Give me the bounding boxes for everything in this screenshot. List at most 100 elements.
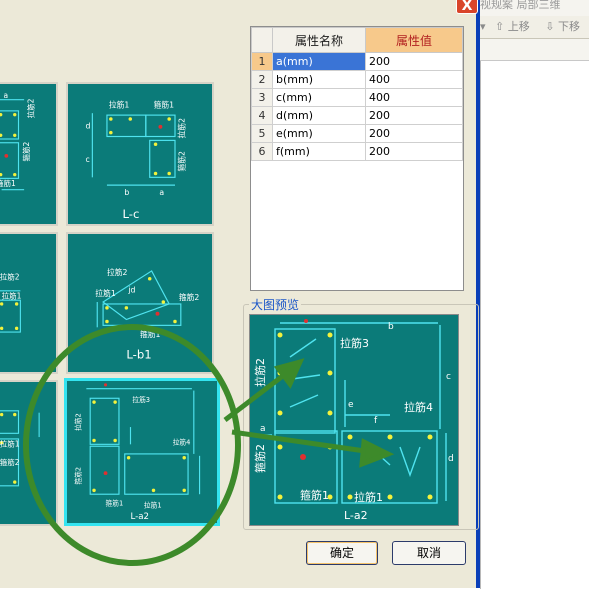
thumb-label: 拉筋1 (2, 290, 22, 300)
down-arrow-icon[interactable]: ⇩ 下移 (545, 16, 586, 38)
thumb-dim-label: b (124, 188, 129, 197)
thumb-label: 箍筋2 (179, 292, 200, 302)
section-gallery: a 拉筋2 箍筋2 箍筋1 拉筋1 箍筋1 拉筋2 箍筋2 d c (0, 74, 228, 526)
property-table: 属性名称 属性值 1 a(mm) 200 2 b(mm) 400 3 c(mm)… (250, 26, 464, 291)
large-preview-panel: 拉筋3 拉筋2 拉筋4 箍筋2 箍筋1 拉筋1 b c e f a d L-a2 (249, 314, 459, 526)
property-name-cell[interactable]: b(mm) (272, 70, 366, 89)
thumb-dim-label: a (159, 188, 164, 197)
row-number: 3 (251, 88, 273, 107)
property-name-cell[interactable]: d(mm) (272, 106, 366, 125)
table-row[interactable]: 6 f(mm) 200 (251, 142, 463, 161)
thumb-caption: L-a2 (130, 512, 149, 522)
label-lajin1: 拉筋1 (354, 490, 383, 504)
dim-b-label: b (388, 322, 394, 332)
column-header-name: 属性名称 (272, 27, 366, 53)
thumbnail-l-a2-selected[interactable]: 拉筋3 拉筋2 箍筋2 拉筋4 箍筋1 拉筋1 L-a2 (64, 378, 220, 526)
thumbnail-l-b1-drawing: 拉筋2 拉筋1 箍筋1 箍筋2 jd L-b1 (95, 267, 200, 362)
close-button[interactable]: X (456, 0, 478, 14)
thumb-dim-label: jd (127, 285, 135, 294)
thumb-label: 拉筋1 (109, 99, 130, 109)
thumb-dim-label: c (86, 155, 90, 164)
thumb-dim-label: a (4, 91, 9, 100)
table-row[interactable]: 2 b(mm) 400 (251, 70, 463, 89)
thumb-caption: L-b1 (126, 347, 151, 361)
table-row[interactable]: 3 c(mm) 400 (251, 88, 463, 107)
property-name-cell[interactable]: c(mm) (272, 88, 366, 107)
thumb-label: 拉筋2 (74, 413, 83, 431)
thumb-label: 箍筋2 (177, 151, 187, 172)
thumb-label: 拉筋2 (177, 118, 187, 139)
thumbnail-partial-bottom-drawing: 拉筋1 箍筋2 (0, 410, 40, 487)
thumbnail-l-a2-drawing: 拉筋3 拉筋2 箍筋2 拉筋4 箍筋1 拉筋1 L-a2 (74, 383, 201, 522)
thumbnail-l-c[interactable]: 拉筋1 箍筋1 拉筋2 箍筋2 d c b a L-c (66, 82, 214, 226)
thumbnail-partial-top-drawing: a 拉筋2 箍筋2 箍筋1 (0, 91, 36, 191)
thumb-label: 箍筋2 (21, 142, 31, 162)
property-value-cell[interactable]: 400 (365, 88, 463, 107)
thumb-label: 箍筋1 (106, 499, 124, 508)
thumb-caption: L-c (123, 207, 140, 221)
thumb-label: 拉筋2 (26, 98, 36, 118)
thumb-label: 拉筋2 (0, 272, 20, 282)
dim-c-label: c (446, 372, 451, 382)
property-value-cell[interactable]: 400 (365, 70, 463, 89)
thumbnail-l-b1[interactable]: 拉筋2 拉筋1 箍筋1 箍筋2 jd L-b1 (66, 232, 214, 374)
background-app-content (480, 60, 589, 589)
dropdown-arrow-icon[interactable]: ▾ (480, 16, 486, 38)
cancel-button[interactable]: 取消 (392, 541, 466, 565)
property-value-cell[interactable]: 200 (365, 124, 463, 143)
dim-d-label: d (448, 454, 454, 464)
property-value-cell[interactable]: 200 (365, 106, 463, 125)
thumbnail-partial-mid[interactable]: 拉筋2 拉筋1 (0, 232, 58, 374)
thumbnail-partial-top[interactable]: a 拉筋2 箍筋2 箍筋1 (0, 82, 58, 226)
row-number: 6 (251, 142, 273, 161)
label-lajin3: 拉筋3 (340, 336, 369, 350)
label-lajin2: 拉筋2 (253, 358, 267, 387)
thumb-label: 拉筋1 (0, 438, 20, 448)
ok-button[interactable]: 确定 (306, 541, 378, 565)
column-header-value: 属性值 (365, 27, 463, 53)
property-value-cell[interactable]: 200 (365, 52, 463, 71)
table-row[interactable]: 5 e(mm) 200 (251, 124, 463, 143)
preview-caption: L-a2 (344, 509, 368, 522)
move-down-label: 下移 (557, 20, 580, 33)
dim-a-label: a (260, 424, 266, 434)
property-name-cell[interactable]: f(mm) (272, 142, 366, 161)
table-row[interactable]: 4 d(mm) 200 (251, 106, 463, 125)
thumb-label: 拉筋3 (132, 395, 150, 404)
row-number: 1 (251, 52, 273, 71)
up-arrow-icon[interactable]: ⇧ 上移 (495, 16, 536, 38)
thumbnail-partial-mid-drawing: 拉筋2 拉筋1 (0, 272, 22, 333)
thumb-label: 箍筋1 (154, 99, 175, 109)
label-gujin2: 箍筋2 (253, 444, 267, 473)
property-value-cell[interactable]: 200 (365, 142, 463, 161)
thumb-label: 拉筋1 (95, 288, 116, 298)
table-row[interactable]: 1 a(mm) 200 (251, 52, 463, 71)
thumb-label: 箍筋1 (140, 329, 161, 339)
row-number: 5 (251, 124, 273, 143)
row-number-header (251, 27, 273, 53)
property-name-cell[interactable]: e(mm) (272, 124, 366, 143)
thumb-label: 拉筋1 (144, 501, 162, 510)
label-gujin1: 箍筋1 (300, 488, 329, 502)
preview-group-label: 大图预览 (249, 296, 302, 313)
label-lajin4: 拉筋4 (404, 400, 433, 414)
background-toolbar: ▾ ⇧ 上移 ⇩ 下移 (480, 16, 589, 39)
thumb-label: 箍筋1 (0, 178, 16, 188)
thumb-label: 箍筋2 (0, 457, 20, 467)
dim-f-label: f (374, 416, 378, 426)
thumb-label: 拉筋4 (173, 437, 191, 446)
background-app: 视规案 局部三维 ▾ ⇧ 上移 ⇩ 下移 (480, 0, 589, 589)
thumbnail-partial-bottom[interactable]: 拉筋1 箍筋2 (0, 380, 58, 526)
property-grid: 属性名称 属性值 1 a(mm) 200 2 b(mm) 400 3 c(mm)… (251, 27, 463, 161)
property-name-cell[interactable]: a(mm) (272, 52, 366, 71)
row-number: 2 (251, 70, 273, 89)
large-preview-drawing: 拉筋3 拉筋2 拉筋4 箍筋2 箍筋1 拉筋1 b c e f a d L-a2 (253, 319, 454, 522)
thumb-dim-label: d (86, 122, 91, 131)
dim-e-label: e (348, 400, 354, 410)
thumbnail-l-c-drawing: 拉筋1 箍筋1 拉筋2 箍筋2 d c b a L-c (86, 99, 187, 221)
thumb-label: 拉筋2 (107, 267, 128, 277)
row-number: 4 (251, 106, 273, 125)
move-up-label: 上移 (507, 20, 530, 33)
background-app-top-text: 视规案 局部三维 (480, 0, 561, 11)
thumb-label: 箍筋2 (74, 467, 83, 485)
